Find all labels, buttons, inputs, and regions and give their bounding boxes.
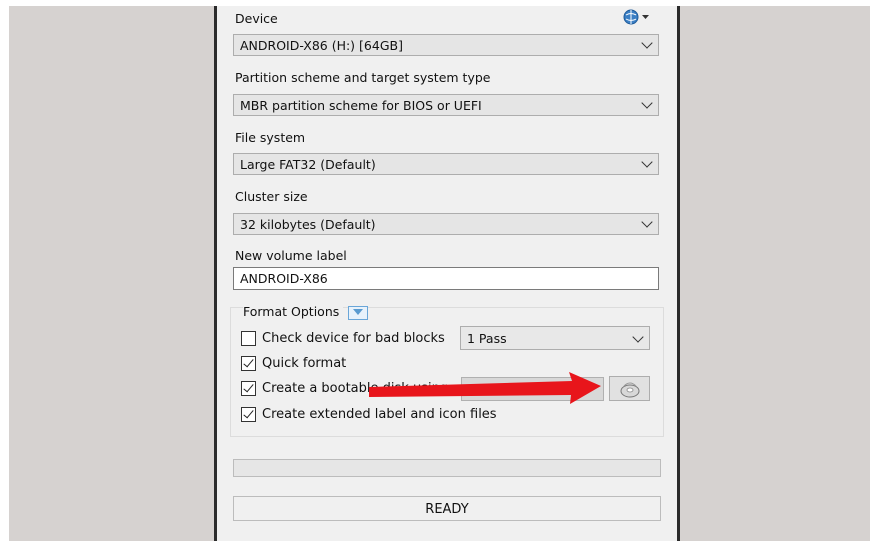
volume-label-input[interactable]: ANDROID-X86 — [233, 267, 659, 290]
filesystem-label: File system — [235, 130, 306, 145]
toggle-advanced-button[interactable] — [348, 306, 368, 320]
bad-blocks-label: Check device for bad blocks — [262, 331, 445, 346]
chevron-down-icon — [641, 37, 653, 49]
passes-select[interactable]: 1 Pass — [460, 326, 650, 350]
rufus-window: Device ANDROID-X86 (H:) [64GB] Partition… — [214, 6, 680, 541]
quick-format-label: Quick format — [262, 356, 347, 371]
disk-image-icon — [620, 382, 640, 398]
bootable-label: Create a bootable disk using — [262, 381, 449, 396]
cluster-label: Cluster size — [235, 189, 308, 204]
quick-format-checkbox[interactable] — [241, 356, 256, 371]
chevron-down-icon — [641, 156, 653, 168]
progress-bar — [233, 459, 661, 477]
language-icon[interactable] — [622, 8, 654, 26]
status-bar: READY — [233, 496, 661, 521]
volume-label: New volume label — [235, 248, 347, 263]
volume-value: ANDROID-X86 — [240, 271, 328, 286]
partition-label: Partition scheme and target system type — [235, 70, 491, 85]
select-image-button[interactable] — [609, 376, 650, 401]
chevron-down-icon — [641, 216, 653, 228]
device-value: ANDROID-X86 (H:) [64GB] — [240, 38, 403, 53]
cluster-select[interactable]: 32 kilobytes (Default) — [233, 213, 659, 235]
bootable-checkbox[interactable] — [241, 381, 256, 396]
filesystem-select[interactable]: Large FAT32 (Default) — [233, 153, 659, 175]
background-left — [9, 6, 214, 541]
partition-value: MBR partition scheme for BIOS or UEFI — [240, 98, 482, 113]
partition-select[interactable]: MBR partition scheme for BIOS or UEFI — [233, 94, 659, 116]
extended-label-label: Create extended label and icon files — [262, 407, 497, 422]
passes-value: 1 Pass — [467, 331, 507, 346]
format-options-title: Format Options — [243, 304, 344, 319]
device-select[interactable]: ANDROID-X86 (H:) [64GB] — [233, 34, 659, 56]
device-label: Device — [235, 11, 278, 26]
background-right — [677, 6, 870, 541]
cluster-value: 32 kilobytes (Default) — [240, 217, 376, 232]
boot-type-select[interactable] — [461, 377, 604, 401]
bad-blocks-checkbox[interactable] — [241, 331, 256, 346]
extended-label-checkbox[interactable] — [241, 407, 256, 422]
filesystem-value: Large FAT32 (Default) — [240, 157, 376, 172]
chevron-down-icon — [641, 97, 653, 109]
status-text: READY — [425, 502, 469, 517]
chevron-down-icon — [632, 331, 644, 343]
